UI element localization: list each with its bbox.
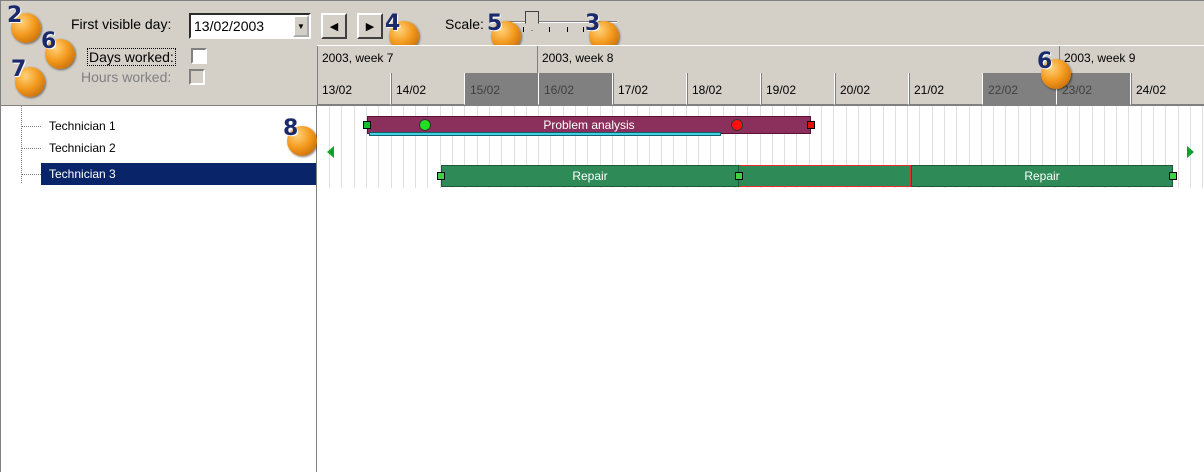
progress-line — [369, 132, 721, 136]
slider-tick — [549, 27, 550, 32]
first-visible-day-value: 13/02/2003 — [194, 18, 265, 34]
day-cell: 20/02 — [835, 73, 909, 105]
tree-item-technician-1[interactable]: Technician 1 — [41, 115, 316, 137]
scroll-right-arrow-icon[interactable] — [1187, 146, 1194, 158]
slider-tick — [567, 27, 568, 32]
first-visible-day-label: First visible day: — [71, 16, 172, 32]
callout-badge: 6 — [1037, 49, 1071, 89]
day-cell: 13/02 — [317, 73, 391, 105]
tree-item-technician-3[interactable]: Technician 3 — [41, 163, 316, 185]
task-bar-repair[interactable]: Repair — [441, 165, 739, 187]
week-cell: 2003, week 7 — [317, 46, 537, 74]
task-link-handle[interactable] — [735, 172, 743, 180]
callout-badge: 7 — [11, 57, 45, 97]
resource-tree: Technician 1 Technician 2 Technician 3 8 — [1, 105, 317, 472]
slider-tick — [523, 27, 524, 32]
day-cell: 18/02 — [687, 73, 761, 105]
day-cell: 16/02 — [539, 73, 613, 105]
chevron-down-icon[interactable]: ▼ — [293, 15, 309, 37]
first-visible-day-combo[interactable]: 13/02/2003 ▼ — [189, 13, 311, 39]
hours-worked-label: Hours worked: — [81, 69, 172, 85]
task-end-handle[interactable] — [807, 121, 815, 129]
scale-label: Scale: — [445, 16, 484, 32]
grid-line — [1202, 106, 1203, 188]
gantt-chart: Problem analysis Repair Repair — [317, 105, 1204, 472]
day-cell: 15/02 — [465, 73, 539, 105]
task-start-handle[interactable] — [363, 121, 371, 129]
callout-badge: 8 — [283, 116, 317, 156]
day-cell: 24/02 — [1131, 73, 1204, 105]
tree-item-technician-2[interactable]: Technician 2 — [41, 137, 316, 159]
day-cell: 17/02 — [613, 73, 687, 105]
day-cell: 21/02 — [909, 73, 983, 105]
days-worked-label: Days worked: — [87, 48, 176, 66]
milestone-start-dot[interactable] — [419, 119, 431, 131]
callout-badge: 2 — [7, 3, 41, 43]
grid-line — [1178, 106, 1179, 188]
task-end-handle[interactable] — [1169, 172, 1177, 180]
task-label: Repair — [1024, 169, 1060, 183]
previous-button[interactable]: ◀ — [321, 13, 347, 39]
gantt-planner-window: First visible day: 13/02/2003 ▼ ◀ ▶ Scal… — [0, 0, 1204, 472]
grid-line — [341, 106, 342, 188]
day-cell: 19/02 — [761, 73, 835, 105]
task-label: Problem analysis — [543, 118, 635, 132]
slider-tick — [583, 27, 584, 32]
days-worked-checkbox[interactable] — [191, 48, 207, 64]
hours-worked-checkbox — [189, 69, 205, 85]
task-start-handle[interactable] — [437, 172, 445, 180]
tree-line — [21, 126, 41, 127]
next-button[interactable]: ▶ — [357, 13, 383, 39]
week-cell: 2003, week 9 — [1059, 46, 1204, 74]
task-bar-repair[interactable]: Repair — [911, 165, 1173, 187]
day-header: 13/02 14/02 15/02 16/02 17/02 18/02 19/02 20/02… — [317, 73, 1204, 105]
week-cell: 2003, week 8 — [537, 46, 1059, 74]
arrow-left-icon: ◀ — [329, 20, 339, 33]
grid-line — [354, 106, 355, 188]
tree-line — [21, 174, 41, 175]
day-cell: 14/02 — [391, 73, 465, 105]
milestone-end-dot[interactable] — [731, 119, 743, 131]
tree-line — [21, 106, 22, 183]
week-header: 2003, week 7 2003, week 8 2003, week 9 — [317, 45, 1204, 74]
scroll-left-arrow-icon[interactable] — [327, 146, 334, 158]
arrow-right-icon: ▶ — [365, 20, 375, 33]
slider-thumb[interactable] — [525, 11, 539, 31]
task-label: Repair — [572, 169, 608, 183]
callout-badge: 6 — [41, 29, 75, 69]
task-bar-repair-overlap[interactable] — [739, 165, 911, 187]
tree-line — [21, 148, 41, 149]
